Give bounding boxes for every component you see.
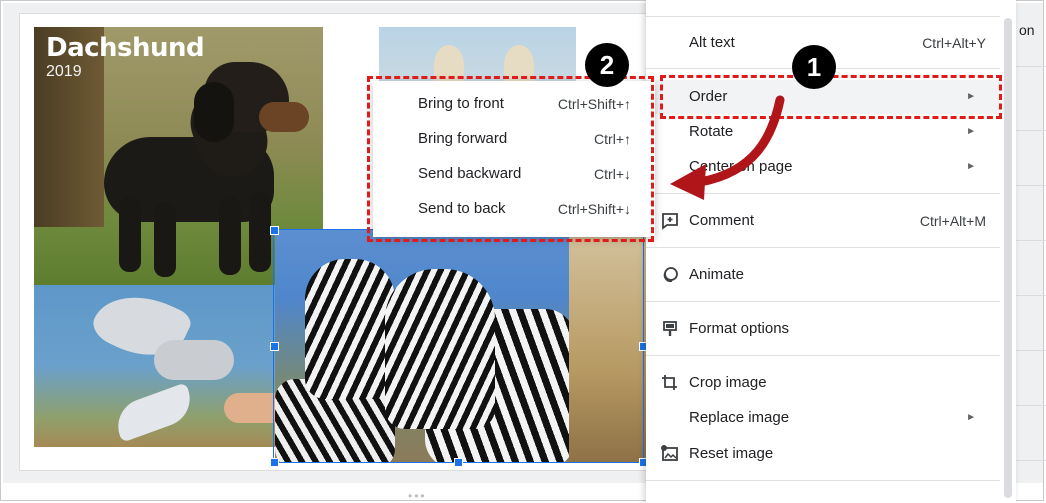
dog-ear [194,82,234,142]
menu-item-replace-image[interactable]: Replace image ► [646,401,1006,435]
divider [646,16,1000,17]
dog-snout [259,102,309,132]
menu-item-format-options[interactable]: Format options [646,312,1006,346]
menu-scrollbar[interactable] [1004,18,1012,498]
divider [646,301,1000,302]
dog-leg [219,197,241,275]
divider [1015,350,1046,351]
step-badge-2: 2 [585,43,629,87]
menu-item-shortcut: Ctrl+Alt+M [919,213,986,229]
divider [1015,295,1046,296]
resize-handle[interactable] [270,342,279,351]
comment-add-icon [662,213,678,230]
reset-image-icon [661,445,678,461]
horse-image[interactable] [379,27,576,82]
highlight-box-submenu [367,76,654,242]
submenu-arrow-icon: ► [966,161,976,172]
menu-item-comment[interactable]: Comment Ctrl+Alt+M [646,204,1006,238]
menu-item-crop-image[interactable]: Crop image [646,366,1006,400]
menu-item-animate[interactable]: Animate [646,258,1006,292]
dog-leg [249,192,271,272]
submenu-arrow-icon: ► [966,412,976,423]
divider [646,480,1000,481]
menu-item-label: Animate [689,266,745,283]
menu-item-shortcut: Ctrl+Alt+Y [922,35,986,51]
divider [646,355,1000,356]
resize-handle[interactable] [454,458,463,467]
scroll-grip-icon[interactable]: ••• [408,489,427,503]
divider [646,247,1000,248]
dog-leg [119,197,141,272]
dog-leg [154,202,176,277]
format-options-icon [663,321,677,336]
crop-icon [662,375,677,390]
menu-item-reset-image[interactable]: Reset image [646,437,1006,471]
divider [1015,130,1046,131]
menu-item-label: Alt text [689,34,735,51]
menu-item-label: Comment [689,212,755,229]
step-badge-1: 1 [792,45,836,89]
divider [1015,460,1046,461]
menu-item-label: Replace image [689,409,790,426]
edge-text: on [1019,22,1035,38]
resize-handle[interactable] [270,226,279,235]
resize-handle[interactable] [270,458,279,467]
divider [1015,240,1046,241]
selection-box[interactable] [273,229,644,463]
dove-tail [110,382,198,443]
dachshund-title: Dachshund [46,33,205,63]
pointer-arrow-icon [670,95,785,200]
divider [1015,66,1046,67]
submenu-arrow-icon: ► [966,126,976,137]
divider [1015,405,1046,406]
menu-item-label: Format options [689,320,790,337]
dachshund-year: 2019 [46,63,82,80]
divider [1015,185,1046,186]
animate-icon [663,267,678,283]
menu-item-label: Crop image [689,374,767,391]
dove-body [154,340,234,380]
menu-item-label: Reset image [689,445,774,462]
